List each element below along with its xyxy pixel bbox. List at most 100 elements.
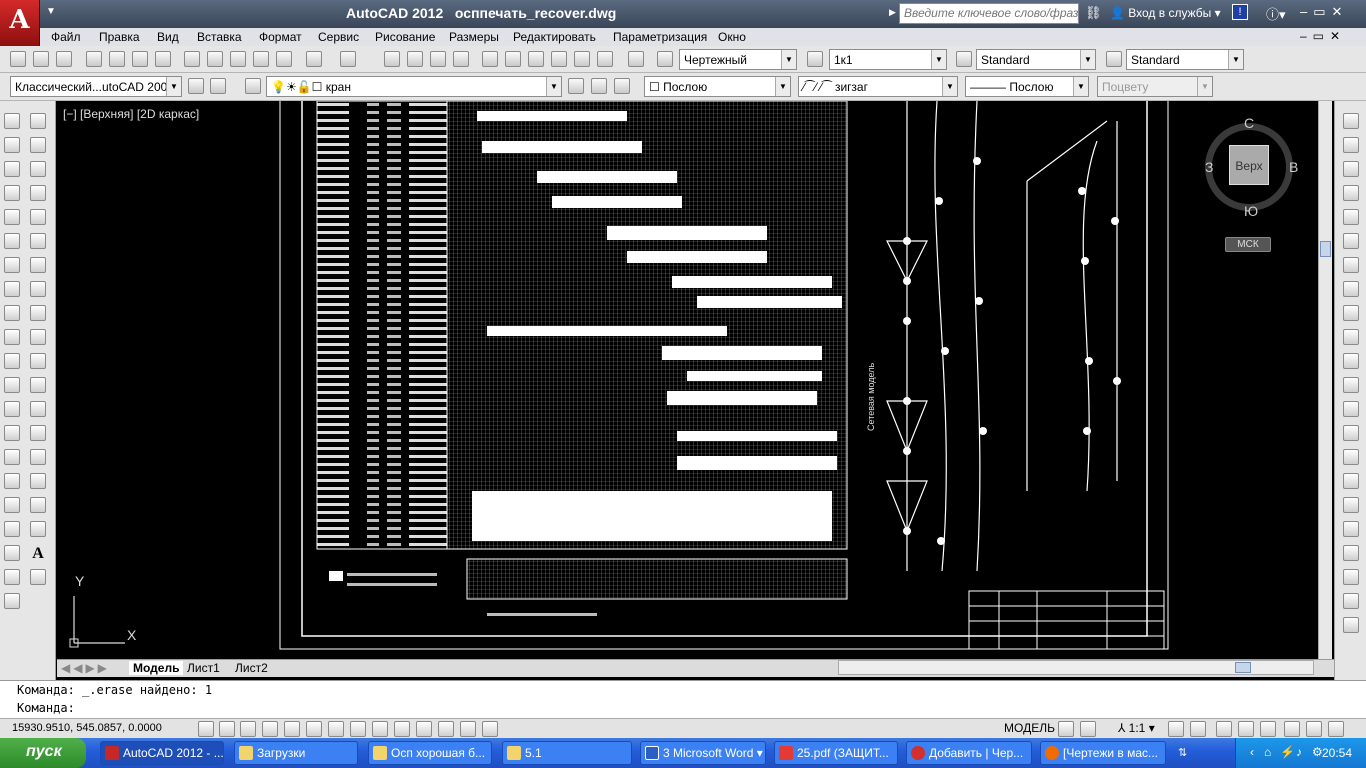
- line-icon[interactable]: [30, 113, 46, 129]
- menu-window[interactable]: Окно: [718, 30, 746, 44]
- dim-break-icon[interactable]: [4, 401, 20, 417]
- fillet-icon[interactable]: [1343, 473, 1359, 489]
- compass-west[interactable]: З: [1205, 159, 1213, 175]
- publish-icon[interactable]: [132, 51, 148, 67]
- task-firefox[interactable]: [Чертежи в мас...: [1040, 741, 1166, 765]
- mleader-style-select[interactable]: Standard ▼: [1126, 49, 1244, 70]
- transparency-icon[interactable]: [438, 721, 454, 737]
- table-icon[interactable]: [30, 521, 46, 537]
- stretch-icon[interactable]: [1343, 305, 1359, 321]
- zoom-realtime-icon[interactable]: [407, 51, 423, 67]
- viewcube[interactable]: С Ю З В Верх МСК: [1197, 113, 1307, 263]
- chamfer-icon[interactable]: [1343, 449, 1359, 465]
- point-icon[interactable]: [30, 425, 46, 441]
- ortho-mode-icon[interactable]: [262, 721, 278, 737]
- polygon-icon[interactable]: [30, 185, 46, 201]
- print-icon[interactable]: [86, 51, 102, 67]
- quick-dim-icon[interactable]: [4, 305, 20, 321]
- auto-scale-icon[interactable]: [1190, 721, 1206, 737]
- tolerance-icon[interactable]: [4, 425, 20, 441]
- offset-icon[interactable]: [1343, 185, 1359, 201]
- menu-dimension[interactable]: Размеры: [449, 30, 499, 44]
- insert-block-icon[interactable]: [30, 377, 46, 393]
- trim-icon[interactable]: [1343, 329, 1359, 345]
- dim-style-select[interactable]: 1к1 ▼: [829, 49, 947, 70]
- array-icon[interactable]: [1343, 209, 1359, 225]
- arc-length-icon[interactable]: [4, 161, 20, 177]
- draworder-back-icon[interactable]: [1343, 569, 1359, 585]
- clean-screen-icon[interactable]: [1328, 721, 1344, 737]
- autocad-logo-button[interactable]: A: [0, 0, 40, 46]
- annotation-scale[interactable]: ⅄ 1:1 ▾: [1118, 721, 1155, 735]
- dim-edit-icon[interactable]: [4, 521, 20, 537]
- make-current-layer-icon[interactable]: [568, 78, 584, 94]
- continue-dim-icon[interactable]: [4, 353, 20, 369]
- markup-icon[interactable]: [574, 51, 590, 67]
- ellipse-arc-icon[interactable]: [30, 353, 46, 369]
- search-expand-icon[interactable]: ▶: [889, 7, 896, 18]
- menu-format[interactable]: Формат: [259, 30, 302, 44]
- task-folder-osp[interactable]: Осп хорошая б...: [368, 741, 492, 765]
- table-style-icon[interactable]: [956, 51, 972, 67]
- task-pdf[interactable]: 25.pdf (ЗАЩИТ...: [774, 741, 898, 765]
- tool-palettes-icon[interactable]: [528, 51, 544, 67]
- taskbar-overflow-icon[interactable]: ⇅: [1178, 746, 1187, 759]
- arc-icon[interactable]: [30, 233, 46, 249]
- ucs-menu-button[interactable]: МСК: [1225, 237, 1271, 252]
- task-word[interactable]: 3 Microsoft Word ▾: [640, 741, 766, 765]
- task-downloads[interactable]: Загрузки: [234, 741, 358, 765]
- polar-tracking-icon[interactable]: [284, 721, 300, 737]
- scale-icon[interactable]: [1343, 281, 1359, 297]
- circle-icon[interactable]: [30, 257, 46, 273]
- lock-icon[interactable]: [1238, 721, 1254, 737]
- command-prompt[interactable]: Команда:: [17, 701, 75, 715]
- text-edit-icon[interactable]: [4, 593, 20, 609]
- object-snap-icon[interactable]: [306, 721, 322, 737]
- dim-update-icon[interactable]: [4, 545, 20, 561]
- viewport-controls-label[interactable]: [−] [Верхняя] [2D каркас]: [63, 107, 199, 121]
- workspace-settings-icon[interactable]: [188, 78, 204, 94]
- save-icon[interactable]: [56, 51, 72, 67]
- lineweight-select[interactable]: ——— Послою ▼: [965, 76, 1089, 97]
- tray-app-icon[interactable]: ⌂: [1264, 745, 1271, 759]
- menu-edit[interactable]: Правка: [99, 30, 140, 44]
- 3d-print-icon[interactable]: [155, 51, 171, 67]
- construction-line-icon[interactable]: [30, 137, 46, 153]
- login-button[interactable]: 👤 Вход в службы ▾: [1110, 6, 1221, 20]
- volume-icon[interactable]: ♪: [1296, 745, 1302, 759]
- hardware-acceleration-icon[interactable]: [1260, 721, 1276, 737]
- menu-insert[interactable]: Вставка: [197, 30, 242, 44]
- region-icon[interactable]: [30, 497, 46, 513]
- coordinates-readout[interactable]: 15930.9510, 545.0857, 0.0000: [12, 722, 162, 734]
- explode-icon[interactable]: [1343, 521, 1359, 537]
- blend-icon[interactable]: [1343, 497, 1359, 513]
- break-icon[interactable]: [1343, 401, 1359, 417]
- extend-icon[interactable]: [1343, 353, 1359, 369]
- copy-object-icon[interactable]: [1343, 137, 1359, 153]
- tab-layout2[interactable]: Лист2: [235, 661, 268, 675]
- tab-model[interactable]: Модель: [129, 661, 184, 675]
- model-viewport[interactable]: [−] [Верхняя] [2D каркас] Сетевая модель…: [57, 101, 1332, 659]
- compass-south[interactable]: Ю: [1244, 203, 1258, 219]
- mleader-style-icon[interactable]: [1106, 51, 1122, 67]
- draworder-under-icon[interactable]: [1343, 617, 1359, 633]
- annotation-visibility-icon[interactable]: [1168, 721, 1184, 737]
- jogged-linear-icon[interactable]: [4, 497, 20, 513]
- layer-manager-icon[interactable]: [245, 78, 261, 94]
- sheet-set-icon[interactable]: [551, 51, 567, 67]
- redo-icon[interactable]: [340, 51, 356, 67]
- horizontal-scrollbar[interactable]: [838, 660, 1314, 675]
- calculator-icon[interactable]: [597, 51, 613, 67]
- start-button[interactable]: пуск: [0, 738, 86, 768]
- workspace-icon[interactable]: [210, 78, 226, 94]
- revision-cloud-icon[interactable]: [30, 281, 46, 297]
- binoculars-icon[interactable]: ⛓: [1085, 5, 1102, 21]
- baseline-dim-icon[interactable]: [4, 329, 20, 345]
- zoom-previous-icon[interactable]: [453, 51, 469, 67]
- task-autocad[interactable]: AutoCAD 2012 - ...: [100, 741, 224, 765]
- help-toolbar-icon[interactable]: [628, 51, 644, 67]
- cut-icon[interactable]: [184, 51, 200, 67]
- design-center-icon[interactable]: [505, 51, 521, 67]
- undo-icon[interactable]: [306, 51, 322, 67]
- compass-north[interactable]: С: [1244, 115, 1254, 131]
